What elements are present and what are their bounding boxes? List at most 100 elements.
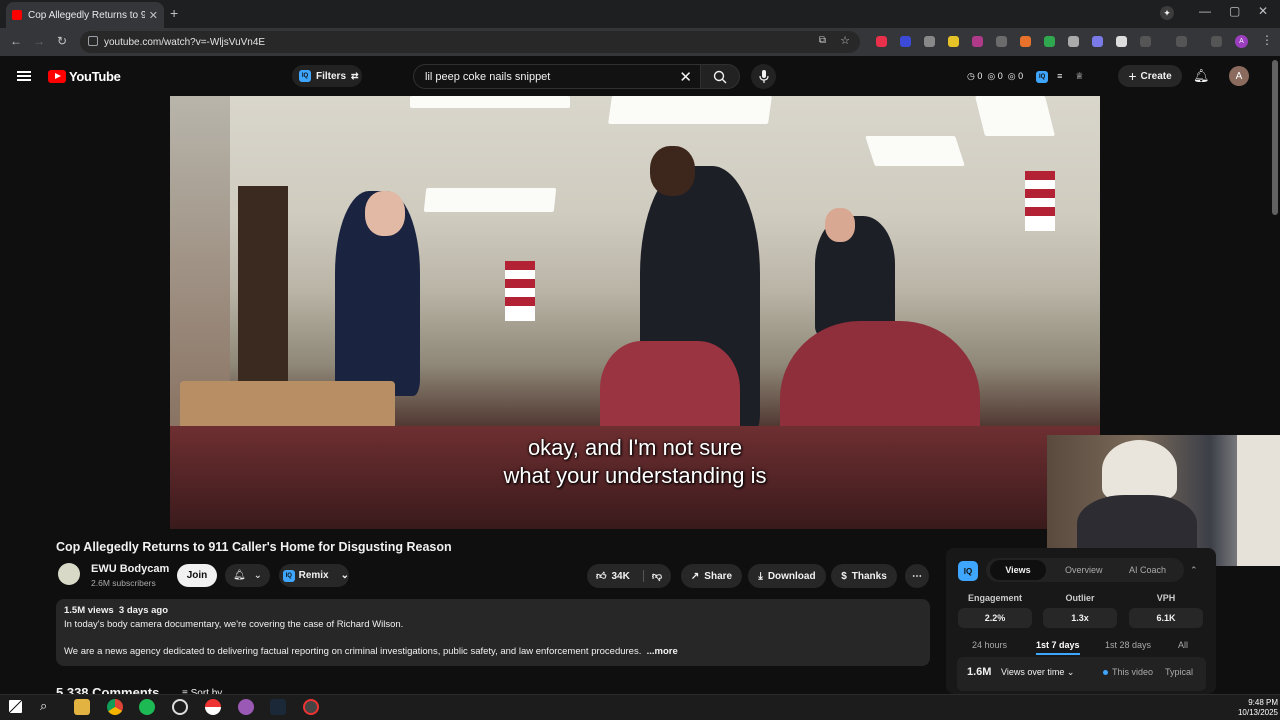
site-info-icon[interactable] [88,36,98,46]
browser-tab-bar: Cop Allegedly Returns to 911 Caller's Ho… [0,0,1280,28]
reload-icon[interactable]: ↻ [57,34,67,48]
thumbs-up-icon: 👍︎ [596,571,607,582]
account-avatar[interactable]: A [1229,66,1249,86]
extension-icon[interactable] [972,36,983,47]
extension-icon[interactable] [1020,36,1031,47]
window-close-icon[interactable]: ✕ [1258,4,1268,18]
vidiq-icon: IQ [283,569,295,582]
filters-button[interactable]: IQ Filters ⇄ [292,65,362,87]
back-icon[interactable]: ← [10,34,22,48]
system-clock[interactable]: 9:48 PM 10/13/2025 [1232,698,1278,718]
collapse-icon[interactable]: ⌃ [1190,565,1198,576]
share-button[interactable]: ↗ Share [681,564,742,588]
range-28d[interactable]: 1st 28 days [1105,640,1151,650]
filters-label: Filters [316,70,347,82]
gemini-icon[interactable]: ✦ [1160,6,1174,20]
address-bar[interactable]: youtube.com/watch?v=-WljsVuVn4E ⧉ ☆ [80,31,860,53]
officer-face [650,146,695,196]
tab-title: Cop Allegedly Returns to 911 Caller's Ho… [28,9,145,21]
pokeball-app-icon[interactable] [205,699,221,715]
app-icon[interactable] [172,699,188,715]
maximize-icon[interactable]: ▢ [1229,4,1240,18]
forward-icon[interactable]: → [33,34,45,48]
search-icon[interactable]: ⌕ [40,698,47,714]
profile-avatar[interactable]: A [1235,35,1248,48]
join-button[interactable]: Join [177,564,217,587]
notifications-bell-icon[interactable]: 🔔︎ [1193,68,1210,84]
sliders-icon: ⇄ [351,70,359,81]
extension-icon[interactable] [1092,36,1103,47]
description-box[interactable]: 1.5M views 3 days ago In today's body ca… [56,599,930,666]
youtube-logo[interactable]: YouTube [48,69,121,84]
more-link[interactable]: ...more [647,646,678,657]
more-horizontal-icon: ⋯ [912,570,922,582]
extensions-puzzle-icon[interactable] [1140,36,1151,47]
description-line: In today's body camera documentary, we'r… [64,619,404,630]
extension-icon[interactable] [948,36,959,47]
vidiq-stats[interactable]: ◷ 0 ◎ 0 ◎ 0 IQ ≡ ♕ [967,71,1083,83]
new-tab-icon[interactable]: + [170,5,178,21]
file-explorer-icon[interactable] [74,699,90,715]
channel-name[interactable]: EWU Bodycam [91,563,169,575]
more-actions-button[interactable]: ⋯ [905,564,929,588]
channel-avatar[interactable] [58,563,80,585]
search-icon [713,70,727,83]
windows-start-icon[interactable] [9,700,22,713]
steam-icon[interactable] [270,699,286,715]
thanks-label: Thanks [851,570,887,582]
description-meta: 1.5M views 3 days ago [64,605,169,616]
extension-icon[interactable] [1068,36,1079,47]
spotify-icon[interactable] [139,699,155,715]
video-title: Cop Allegedly Returns to 911 Caller's Ho… [56,540,452,554]
trophy-icon[interactable]: ♕ [1075,71,1083,83]
browser-menu-icon[interactable]: ⋮ [1261,33,1273,47]
extension-icon[interactable] [1044,36,1055,47]
doorway [238,186,288,386]
obs-icon[interactable] [303,699,319,715]
chrome-icon[interactable] [107,699,123,715]
menu-icon[interactable] [17,71,31,81]
tab-views[interactable]: Views [990,560,1046,580]
subscription-bell-button[interactable]: 🔔︎ ⌄ [225,564,270,587]
extension-icon[interactable] [876,36,887,47]
install-icon[interactable]: ⧉ [819,35,826,46]
range-7d[interactable]: 1st 7 days [1036,640,1080,655]
extension-icon[interactable] [1116,36,1127,47]
sidebar-icon[interactable] [1176,36,1187,47]
vidiq-icon[interactable]: IQ [1036,71,1049,83]
browser-tab[interactable]: Cop Allegedly Returns to 911 Caller's Ho… [6,2,164,28]
download-label: Download [767,570,816,582]
page-scrollbar[interactable] [1272,60,1278,215]
list-icon[interactable]: ≡ [1057,71,1062,83]
range-all[interactable]: All [1178,640,1188,650]
range-24h[interactable]: 24 hours [972,640,1007,650]
like-count: 34K [611,570,630,582]
clear-search-icon[interactable]: ✕ [679,68,692,86]
remix-button[interactable]: IQ Remix ⌄ [279,564,349,587]
voice-search-button[interactable] [751,64,776,89]
extension-icon[interactable] [924,36,935,47]
extension-icon[interactable] [900,36,911,47]
thanks-button[interactable]: $ Thanks [831,564,897,588]
create-button[interactable]: + Create [1118,65,1182,87]
clock-date: 10/13/2025 [1237,708,1278,717]
video-player[interactable]: okay, and I'm not sure what your underst… [170,96,1100,529]
reading-list-icon[interactable] [1211,36,1222,47]
legend-typical: Typical [1165,667,1194,677]
ceiling-light [410,96,570,108]
caption-line: what your understanding is [503,463,767,488]
tab-ai-coach[interactable]: AI Coach [1129,565,1166,575]
tab-overview[interactable]: Overview [1065,565,1103,575]
views-over-time-select[interactable]: Views over time ⌄ [1001,667,1074,678]
thumbs-down-icon[interactable]: 👎︎ [642,570,662,582]
like-dislike-button[interactable]: 👍︎ 34K 👎︎ [587,564,671,588]
ceiling-light [865,136,965,166]
close-tab-icon[interactable]: ✕ [149,9,158,22]
search-input[interactable]: lil peep coke nails snippet ✕ [413,64,701,89]
download-button[interactable]: ⤓ Download [748,564,826,588]
extension-icon[interactable] [996,36,1007,47]
app-icon[interactable] [238,699,254,715]
bookmark-star-icon[interactable]: ☆ [840,34,850,47]
search-button[interactable] [700,64,740,89]
minimize-icon[interactable]: — [1199,4,1211,18]
